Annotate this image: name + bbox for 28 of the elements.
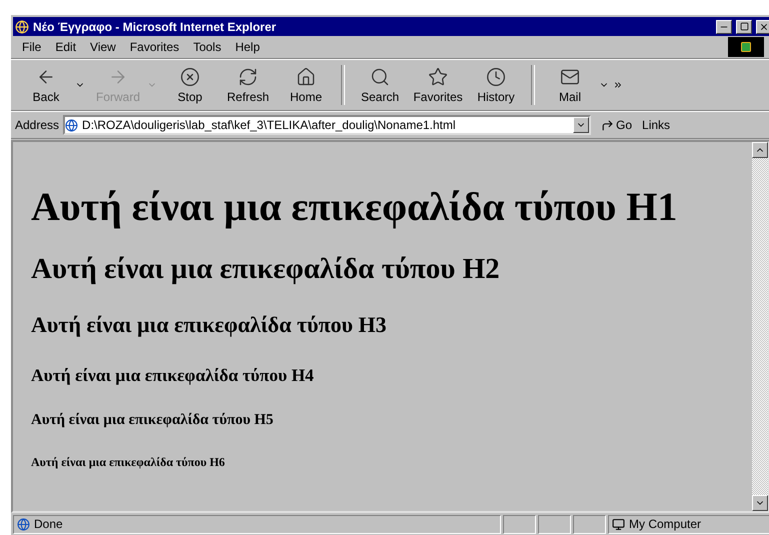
heading: Αυτή είναι μια επικεφαλίδα τύπου Η2 xyxy=(31,252,501,286)
window-title: Νέο Έγγραφο - Microsoft Internet Explorer xyxy=(33,20,278,34)
toolbar-button[interactable]: Search xyxy=(351,62,409,108)
heading: Αυτή είναι μια επικεφαλίδα τύπου Η1 xyxy=(31,187,678,227)
menu-item[interactable]: Edit xyxy=(48,38,84,56)
toolbar-button[interactable]: History xyxy=(467,62,525,108)
heading: Αυτή είναι μια επικεφαλίδα τύπου Η3 xyxy=(31,311,388,339)
toolbar-button[interactable]: Stop xyxy=(161,62,219,108)
toolbar-button[interactable]: Refresh xyxy=(219,62,277,108)
toolbar-button[interactable]: Mail xyxy=(541,62,599,108)
heading: Αυτή είναι μια επικεφαλίδα τύπου Η4 xyxy=(31,364,315,386)
toolbar-button[interactable]: Home xyxy=(277,62,335,108)
address-field[interactable]: D:\ROZA\douligeris\lab_staf\kef_3\TELIKA\after_doulig\Noname1.html xyxy=(63,115,592,135)
menu-item[interactable]: Help xyxy=(228,38,267,56)
menu-item[interactable]: File xyxy=(15,38,48,56)
address-label: Address xyxy=(15,118,60,132)
toolbar-button[interactable]: Favorites xyxy=(409,62,467,108)
zone-text: My Computer xyxy=(629,517,702,531)
links-label[interactable]: Links xyxy=(642,118,670,132)
toolbar-button[interactable]: Back xyxy=(17,62,75,108)
heading: Αυτή είναι μια επικεφαλίδα τύπου Η5 xyxy=(31,411,274,429)
menu-item[interactable]: Favorites xyxy=(122,38,186,56)
status-text: Done xyxy=(34,517,63,531)
menu-item[interactable]: Tools xyxy=(186,38,228,56)
menu-item[interactable]: View xyxy=(83,38,123,56)
go-button[interactable]: Go xyxy=(595,118,638,132)
address-text: D:\ROZA\douligeris\lab_staf\kef_3\TELIKA\after_doulig\Noname1.html xyxy=(82,118,457,132)
heading: Αυτή είναι μια επικεφαλίδα τύπου Η6 xyxy=(31,454,226,470)
